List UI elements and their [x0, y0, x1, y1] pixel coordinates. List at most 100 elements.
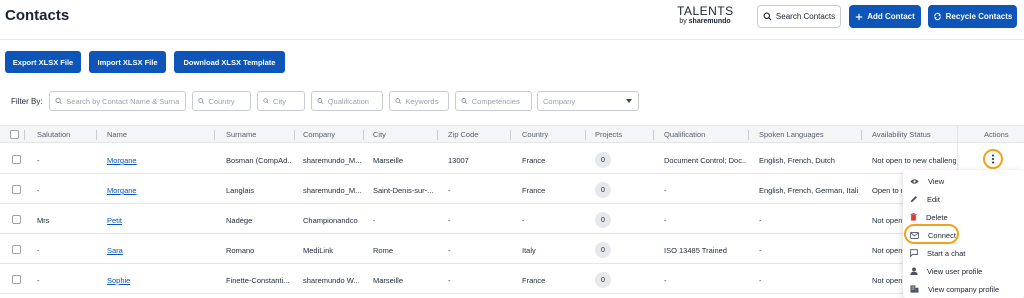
keywords-input[interactable]	[405, 96, 448, 106]
cell-availability: Not open	[872, 246, 902, 255]
import-xlsx-button[interactable]: Import XLSX File	[89, 51, 166, 73]
menu-item-view[interactable]: View	[903, 172, 1024, 190]
company-select[interactable]	[537, 91, 639, 111]
row-checkbox[interactable]	[12, 275, 21, 284]
menu-item-start-chat[interactable]: Start a chat	[903, 244, 1024, 262]
competencies-filter[interactable]	[455, 91, 532, 111]
table-row: - Morgane Bosman (CompAd... sharemundo_M…	[0, 144, 1024, 174]
pencil-icon	[910, 196, 917, 203]
cell-qualification: Document Control; Doc...	[664, 156, 746, 165]
cell-qualification: -	[664, 216, 667, 225]
contact-name-link[interactable]: Morgane	[107, 186, 137, 195]
projects-badge: 0	[595, 182, 611, 198]
qualification-filter[interactable]	[311, 91, 383, 111]
column-header-surname[interactable]: Surname	[226, 130, 256, 139]
add-contact-label: Add Contact	[867, 12, 915, 21]
cell-country: -	[522, 216, 525, 225]
column-header-projects[interactable]: Projects	[595, 130, 622, 139]
plus-icon	[856, 13, 863, 20]
search-icon	[317, 98, 324, 104]
contact-name-link[interactable]: Sophie	[107, 276, 130, 285]
recycle-contacts-button[interactable]: Recycle Contacts	[928, 5, 1017, 28]
city-filter[interactable]	[257, 91, 305, 111]
cell-country: France	[522, 186, 546, 195]
search-input[interactable]	[66, 96, 185, 106]
column-divider	[585, 130, 586, 140]
projects-badge: 0	[595, 212, 611, 228]
column-header-actions: Actions	[984, 130, 1009, 139]
column-header-city[interactable]: City	[373, 130, 386, 139]
export-xlsx-button[interactable]: Export XLSX File	[5, 51, 81, 73]
column-header-name[interactable]: Name	[107, 130, 127, 139]
cell-qualification: -	[664, 186, 667, 195]
logo-subtitle: by sharemundo	[677, 18, 733, 25]
row-checkbox[interactable]	[12, 155, 21, 164]
search-icon	[55, 97, 62, 105]
cell-languages: English, French, Dutch	[759, 156, 835, 165]
search-filter[interactable]	[49, 91, 186, 111]
menu-item-edit[interactable]: Edit	[903, 190, 1024, 208]
qualification-input[interactable]	[327, 96, 382, 106]
cell-zip: -	[448, 216, 451, 225]
search-contacts-button[interactable]: Search Contacts	[757, 5, 841, 28]
contact-name-link[interactable]: Morgane	[107, 156, 137, 165]
company-input[interactable]	[543, 96, 638, 106]
city-input[interactable]	[273, 96, 304, 106]
cell-company: sharemundo W...	[303, 276, 360, 285]
recycle-contacts-label: Recycle Contacts	[945, 12, 1013, 21]
row-actions-button[interactable]	[983, 149, 1003, 169]
chevron-down-icon	[626, 99, 632, 103]
row-checkbox[interactable]	[12, 215, 21, 224]
projects-badge: 0	[595, 272, 611, 288]
cell-languages: -	[759, 276, 762, 285]
contact-name-link[interactable]: Petit	[107, 216, 122, 225]
cell-surname: Bosman (CompAd...	[226, 156, 292, 165]
table-header: Salutation Name Surname Company City Zip…	[0, 125, 1024, 143]
cell-salutation: -	[37, 276, 40, 285]
row-checkbox[interactable]	[12, 245, 21, 254]
cell-company: sharemundo_M...	[303, 156, 361, 165]
menu-item-view-user-profile[interactable]: View user profile	[903, 262, 1024, 280]
logo-brand: sharemundo	[688, 18, 731, 25]
cell-salutation: Mrs	[37, 216, 50, 225]
chat-icon	[910, 249, 918, 257]
projects-badge: 0	[595, 242, 611, 258]
kebab-menu-icon	[992, 154, 994, 164]
keywords-filter[interactable]	[389, 91, 449, 111]
cell-country: France	[522, 156, 546, 165]
talents-logo: TALENTS by sharemundo	[677, 5, 733, 25]
add-contact-button[interactable]: Add Contact	[849, 5, 921, 28]
cell-city: -	[373, 216, 376, 225]
column-header-qualification[interactable]: Qualification	[664, 130, 705, 139]
trash-icon	[910, 213, 917, 221]
competencies-input[interactable]	[471, 96, 531, 106]
contact-name-link[interactable]: Sara	[107, 246, 123, 255]
search-icon	[395, 98, 402, 104]
menu-item-label: View user profile	[927, 266, 983, 276]
cell-country: Italy	[522, 246, 536, 255]
column-header-company[interactable]: Company	[303, 130, 335, 139]
country-filter[interactable]	[192, 91, 251, 111]
cell-surname: Langlais	[226, 186, 254, 195]
column-divider	[437, 130, 438, 140]
column-divider	[96, 130, 97, 140]
table-row: - Morgane Langlais sharemundo_M... Saint…	[0, 174, 1024, 204]
column-header-availability[interactable]: Availability Status	[872, 130, 931, 139]
menu-item-view-company-profile[interactable]: View company profile	[903, 280, 1024, 298]
select-all-checkbox[interactable]	[10, 130, 19, 139]
cell-zip: -	[448, 246, 451, 255]
cell-zip: -	[448, 186, 451, 195]
top-bar: Contacts TALENTS by sharemundo Search Co…	[0, 0, 1024, 40]
column-header-spoken-languages[interactable]: Spoken Languages	[759, 130, 824, 139]
column-divider	[214, 130, 215, 140]
country-input[interactable]	[208, 96, 250, 106]
cell-qualification: -	[664, 276, 667, 285]
menu-item-label: View	[928, 176, 945, 186]
download-template-button[interactable]: Download XLSX Template	[174, 51, 285, 73]
column-header-country[interactable]: Country	[522, 130, 548, 139]
menu-item-label: View company profile	[928, 284, 1000, 294]
column-header-zip-code[interactable]: Zip Code	[448, 130, 478, 139]
column-header-salutation[interactable]: Salutation	[37, 130, 70, 139]
row-checkbox[interactable]	[12, 185, 21, 194]
cell-city: Rome	[373, 246, 394, 255]
